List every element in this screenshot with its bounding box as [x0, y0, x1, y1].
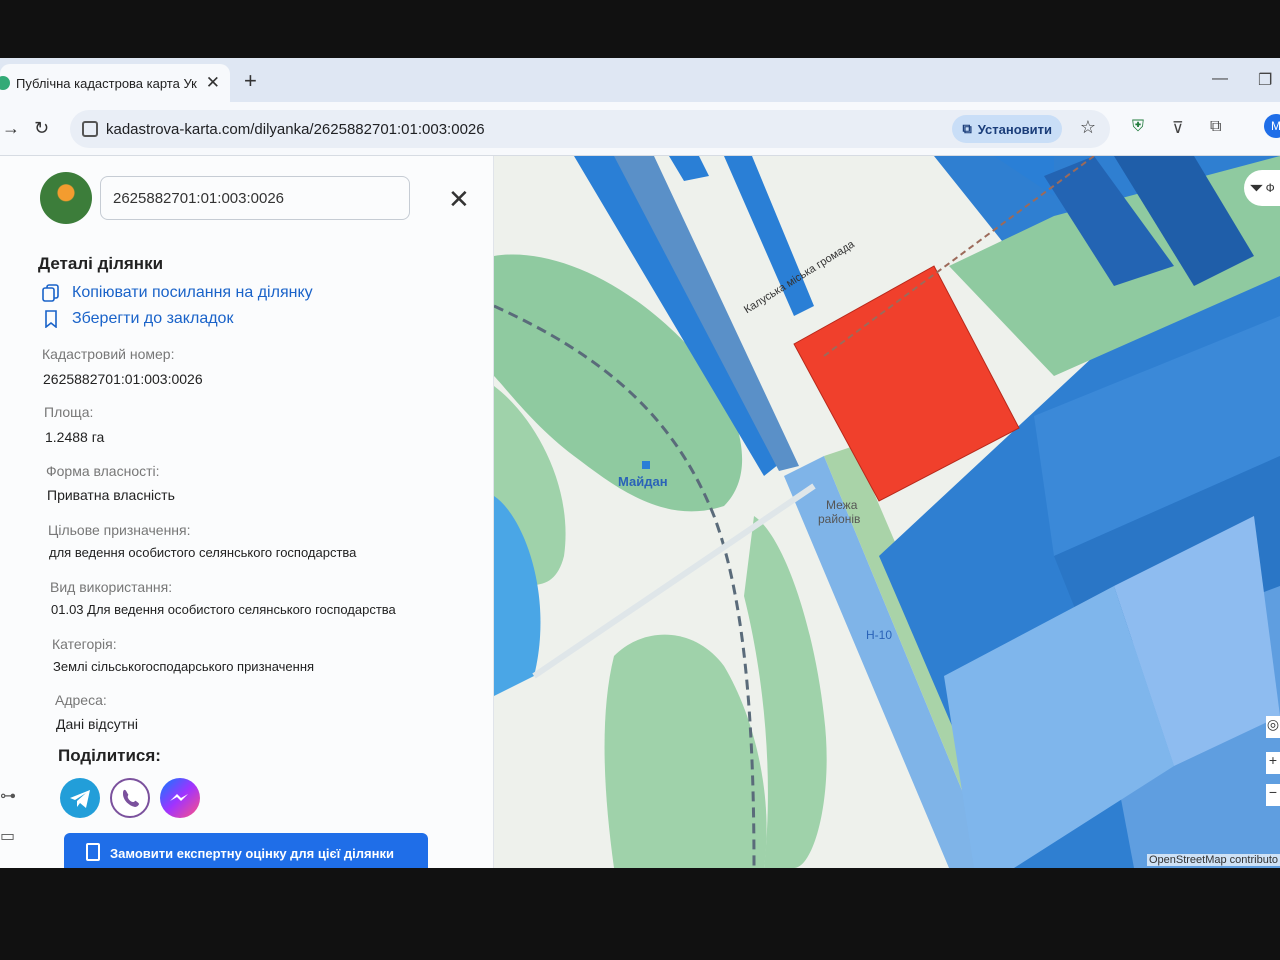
- field-label-category: Категорія:: [52, 636, 117, 652]
- bookmark-icon: [45, 310, 57, 328]
- filter-icon: ⏷: [1249, 177, 1264, 198]
- url-bar[interactable]: kadastrova-karta.com/dilyanka/2625882701…: [70, 110, 1110, 148]
- tab-title: Публічна кадастрова карта Ук: [16, 75, 197, 91]
- field-label-cadastral-number: Кадастровий номер:: [42, 346, 175, 362]
- field-value-area: 1.2488 га: [45, 429, 105, 445]
- viber-icon[interactable]: [110, 778, 150, 818]
- field-value-address: Дані відсутні: [56, 716, 138, 732]
- site-info-icon[interactable]: [82, 121, 98, 137]
- document-icon: [86, 843, 100, 861]
- telegram-icon[interactable]: [60, 778, 100, 818]
- field-value-category: Землі сільськогосподарського призначення: [53, 659, 315, 674]
- copy-icon: [42, 284, 59, 302]
- parcel-details-panel: 2625882701:01:003:0026 ✕ Деталі ділянки …: [0, 156, 494, 868]
- url-text: kadastrova-karta.com/dilyanka/2625882701…: [106, 120, 485, 138]
- tab-close-icon[interactable]: ✕: [206, 73, 220, 93]
- station-label: Майдан: [618, 474, 668, 489]
- map-view[interactable]: Майдан Межа районів Н-10 Калуська міська…: [494, 156, 1280, 868]
- hierarchy-icon[interactable]: ⊶: [0, 786, 16, 806]
- extension-icon[interactable]: ⊽: [1172, 118, 1184, 138]
- install-label: Установити: [977, 121, 1052, 137]
- field-label-area: Площа:: [44, 404, 94, 420]
- road-label: Н-10: [866, 628, 893, 642]
- browser-tab[interactable]: Публічна кадастрова карта Ук ✕: [0, 64, 230, 102]
- install-icon: ⧉: [962, 121, 972, 136]
- map-attribution[interactable]: OpenStreetMap contributo: [1146, 854, 1280, 866]
- site-favicon-icon: [0, 76, 10, 90]
- tab-bar: Публічна кадастрова карта Ук ✕ + — ❐: [0, 58, 1280, 102]
- locate-icon[interactable]: ◎: [1266, 716, 1280, 738]
- field-label-ownership: Форма власності:: [46, 463, 160, 479]
- field-label-address: Адреса:: [55, 692, 107, 708]
- install-button[interactable]: ⧉ Установити: [952, 115, 1062, 143]
- boundary-label-1: Межа: [826, 498, 858, 512]
- filter-button[interactable]: ⏷ Ф: [1244, 170, 1280, 206]
- minimize-icon[interactable]: —: [1212, 70, 1228, 88]
- field-value-cadastral-number: 2625882701:01:003:0026: [43, 371, 203, 387]
- station-marker[interactable]: [642, 461, 650, 469]
- order-expert-evaluation-button[interactable]: Замовити експертну оцінку для цієї ділян…: [64, 833, 428, 868]
- copy-link-button[interactable]: Копіювати посилання на ділянку: [42, 284, 313, 302]
- address-bar-row: → ↻ kadastrova-karta.com/dilyanka/262588…: [0, 102, 1280, 156]
- copy-link-label: Копіювати посилання на ділянку: [72, 284, 313, 301]
- messenger-icon[interactable]: [160, 778, 200, 818]
- chat-icon[interactable]: ▭: [0, 826, 15, 846]
- close-icon[interactable]: ✕: [448, 186, 470, 212]
- field-value-purpose: для ведення особистого селянського госпо…: [49, 545, 357, 560]
- map-canvas[interactable]: [494, 156, 1280, 868]
- forward-icon[interactable]: →: [2, 118, 20, 139]
- reload-icon[interactable]: ↻: [34, 118, 49, 139]
- field-value-usage: 01.03 Для ведення особистого селянського…: [51, 602, 396, 617]
- new-tab-button[interactable]: +: [244, 68, 257, 94]
- restore-icon[interactable]: ❐: [1258, 70, 1272, 90]
- field-label-usage: Вид використання:: [50, 579, 173, 595]
- profile-avatar[interactable]: М: [1264, 114, 1280, 138]
- field-label-purpose: Цільове призначення:: [48, 522, 191, 538]
- puzzle-extensions-icon[interactable]: ⧉: [1210, 118, 1221, 136]
- boundary-label-2: районів: [818, 512, 861, 526]
- bookmark-label: Зберегти до закладок: [72, 310, 234, 327]
- zoom-in-button[interactable]: +: [1266, 752, 1280, 774]
- details-heading: Деталі ділянки: [38, 254, 164, 273]
- screen: Публічна кадастрова карта Ук ✕ + — ❐ → ↻…: [0, 58, 1280, 868]
- shield-extension-icon[interactable]: ⛨: [1132, 118, 1144, 136]
- share-heading: Поділитися:: [58, 746, 161, 765]
- bookmark-button[interactable]: Зберегти до закладок: [42, 310, 233, 328]
- bookmark-star-icon[interactable]: ☆: [1080, 117, 1096, 138]
- filter-label: Ф: [1265, 181, 1275, 195]
- field-value-ownership: Приватна власність: [47, 487, 175, 503]
- site-logo[interactable]: [40, 172, 92, 224]
- order-button-label: Замовити експертну оцінку для цієї ділян…: [110, 845, 394, 861]
- cadastral-search-input[interactable]: 2625882701:01:003:0026: [100, 176, 410, 220]
- zoom-out-button[interactable]: −: [1266, 784, 1280, 806]
